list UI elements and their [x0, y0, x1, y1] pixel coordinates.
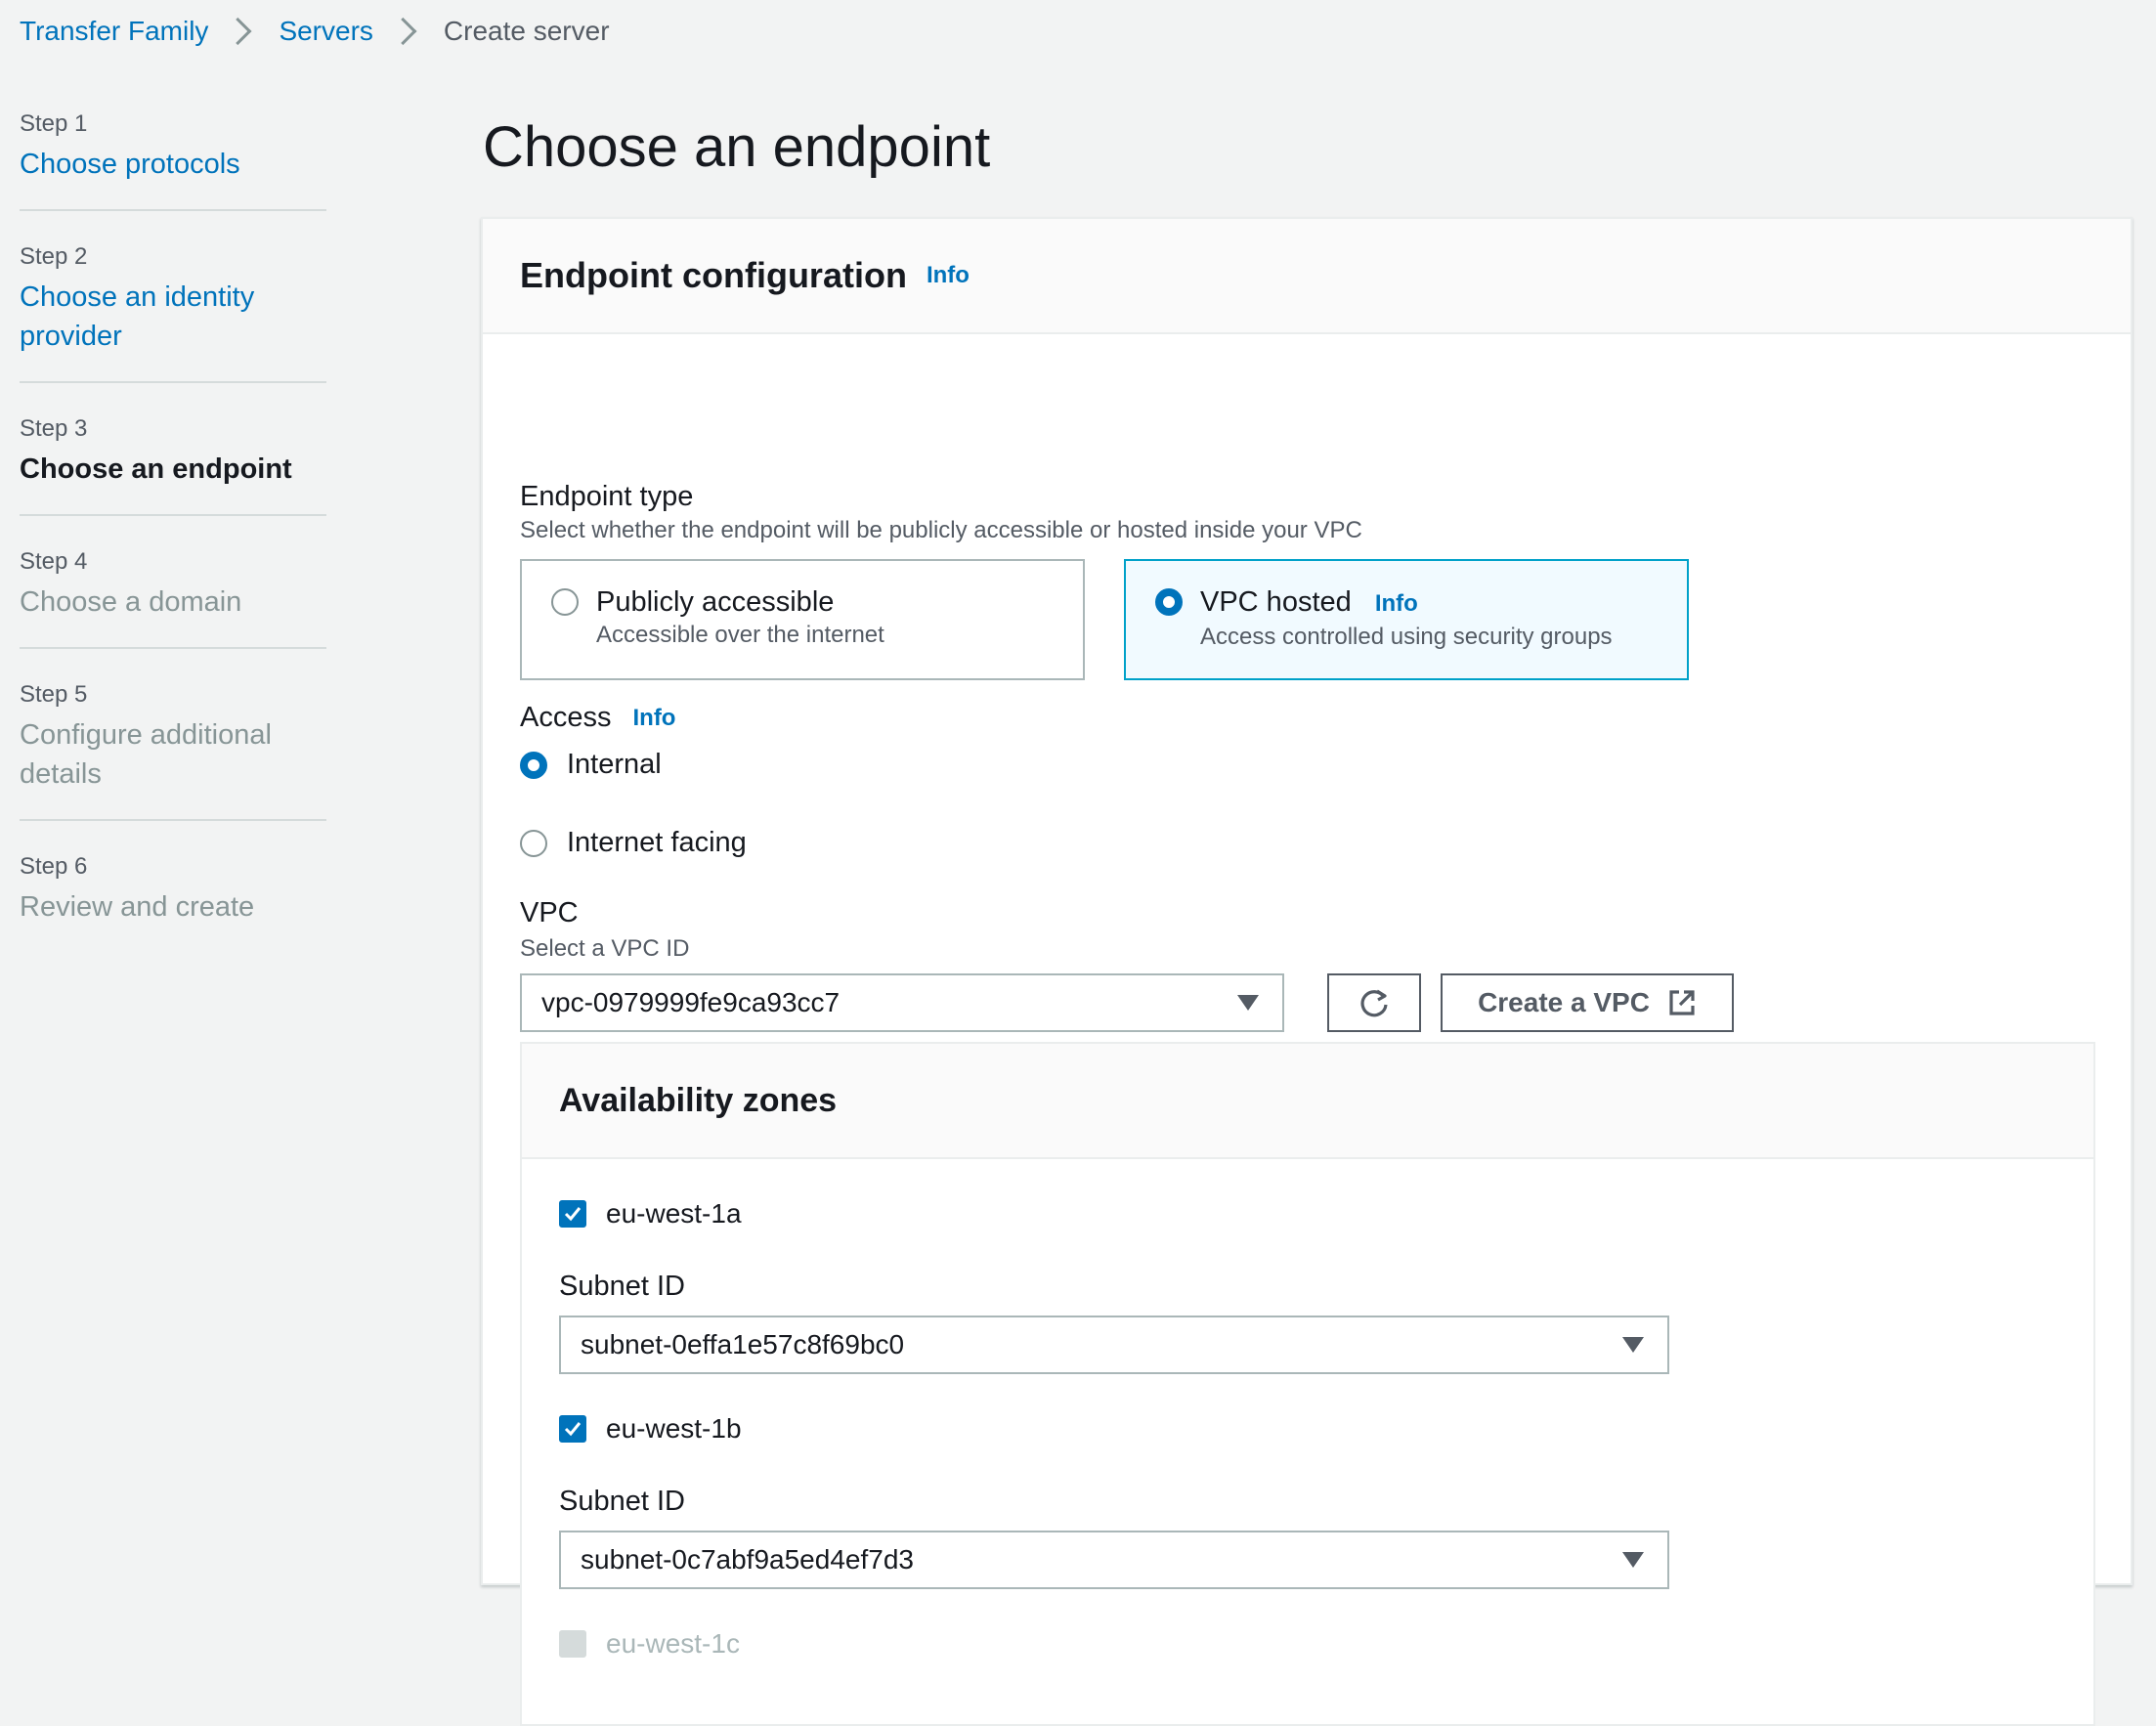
chevron-right-icon — [389, 17, 417, 46]
az-checkbox-eu-west-1a[interactable]: eu-west-1a — [559, 1198, 742, 1230]
step-configure-additional-details: Configure additional details — [20, 719, 272, 790]
refresh-vpc-button[interactable] — [1327, 973, 1421, 1032]
az-name: eu-west-1c — [606, 1628, 740, 1659]
tile-title: Publicly accessible — [596, 586, 835, 618]
step-number: Step 6 — [20, 853, 88, 880]
chevron-right-icon — [224, 17, 252, 46]
step-4: Step 4 Choose a domain — [20, 547, 326, 649]
wizard-steps: Step 1 Choose protocols Step 2 Choose an… — [20, 109, 326, 983]
checkmark-icon — [564, 1207, 582, 1222]
az-name: eu-west-1b — [606, 1413, 742, 1444]
vpc-select[interactable]: vpc-0979999fe9ca93cc7 — [520, 973, 1284, 1032]
subnet-id-label: Subnet ID — [559, 1271, 685, 1302]
step-2: Step 2 Choose an identity provider — [20, 242, 326, 383]
endpoint-configuration-container: Endpoint configuration Info Endpoint typ… — [481, 217, 2133, 1726]
endpoint-type-field: Endpoint type Select whether the endpoin… — [520, 481, 1362, 544]
access-field: Access Info — [520, 702, 675, 734]
access-option-internal[interactable]: Internal — [520, 749, 662, 781]
vpc-description: Select a VPC ID — [520, 935, 690, 962]
subnet-id-label: Subnet ID — [559, 1486, 685, 1517]
tile-title-text: VPC hosted — [1200, 586, 1352, 618]
az-checkbox-eu-west-1c[interactable]: eu-west-1c — [559, 1628, 740, 1660]
checkbox-eu-west-1a[interactable] — [559, 1200, 586, 1228]
availability-zones-heading: Availability zones — [559, 1081, 838, 1119]
create-vpc-label: Create a VPC — [1478, 987, 1650, 1017]
caret-down-icon — [1622, 1552, 1644, 1568]
endpoint-type-description: Select whether the endpoint will be publ… — [520, 517, 1362, 543]
radio-publicly-accessible[interactable] — [551, 588, 579, 616]
subnet-select-value: subnet-0effa1e57c8f69bc0 — [581, 1329, 905, 1359]
caret-down-icon — [1237, 995, 1259, 1011]
step-review-and-create: Review and create — [20, 891, 255, 923]
step-number: Step 4 — [20, 548, 88, 575]
step-5: Step 5 Configure additional details — [20, 680, 326, 821]
tile-description: Accessible over the internet — [596, 622, 884, 648]
tile-vpc-hosted[interactable]: VPC hosted Info Access controlled using … — [1124, 559, 1689, 680]
endpoint-configuration-heading: Endpoint configuration — [520, 255, 907, 295]
subnet-select-eu-west-1b[interactable]: subnet-0c7abf9a5ed4ef7d3 — [559, 1531, 1669, 1589]
checkbox-eu-west-1c[interactable] — [559, 1630, 586, 1658]
step-choose-domain: Choose a domain — [20, 586, 242, 618]
access-info-link[interactable]: Info — [632, 705, 675, 732]
tile-description: Access controlled using security groups — [1200, 624, 1613, 650]
step-3: Step 3 Choose an endpoint — [20, 414, 326, 516]
availability-zones-container: Availability zones eu-west-1a Subnet ID … — [520, 1042, 2095, 1726]
subnet-select-eu-west-1a[interactable]: subnet-0effa1e57c8f69bc0 — [559, 1316, 1669, 1374]
checkbox-eu-west-1b[interactable] — [559, 1415, 586, 1443]
vpc-label: VPC — [520, 897, 579, 928]
breadcrumb-transfer-family[interactable]: Transfer Family — [20, 16, 208, 47]
step-number: Step 1 — [20, 110, 88, 137]
step-number: Step 2 — [20, 243, 88, 270]
step-1: Step 1 Choose protocols — [20, 109, 326, 211]
az-name: eu-west-1a — [606, 1198, 742, 1229]
caret-down-icon — [1622, 1337, 1644, 1353]
create-vpc-button[interactable]: Create a VPC — [1441, 973, 1734, 1032]
vpc-field: VPC Select a VPC ID — [520, 897, 689, 963]
radio-vpc-hosted[interactable] — [1155, 588, 1183, 616]
external-link-icon — [1669, 990, 1695, 1015]
endpoint-type-tiles: Publicly accessible Accessible over the … — [520, 559, 1728, 680]
access-option-label: Internet facing — [567, 827, 747, 858]
step-link-choose-identity-provider[interactable]: Choose an identity provider — [20, 278, 293, 356]
access-option-label: Internal — [567, 749, 662, 780]
tile-publicly-accessible[interactable]: Publicly accessible Accessible over the … — [520, 559, 1085, 680]
endpoint-type-label: Endpoint type — [520, 481, 694, 512]
container-header: Endpoint configuration Info — [483, 219, 2131, 334]
availability-zones-header: Availability zones — [522, 1044, 2093, 1159]
access-option-internet-facing[interactable]: Internet facing — [520, 827, 747, 859]
breadcrumb: Transfer Family Servers Create server — [20, 10, 610, 53]
tile-title: VPC hosted Info — [1200, 584, 1687, 622]
breadcrumb-servers[interactable]: Servers — [279, 16, 372, 47]
radio-internal[interactable] — [520, 751, 547, 779]
page-title: Choose an endpoint — [483, 115, 991, 179]
vpc-hosted-info-link[interactable]: Info — [1375, 590, 1418, 617]
step-current-choose-endpoint: Choose an endpoint — [20, 453, 292, 485]
step-link-choose-protocols[interactable]: Choose protocols — [20, 145, 326, 184]
refresh-icon — [1360, 989, 1388, 1017]
access-label: Access — [520, 702, 612, 733]
endpoint-configuration-info-link[interactable]: Info — [927, 262, 970, 289]
subnet-select-value: subnet-0c7abf9a5ed4ef7d3 — [581, 1544, 914, 1575]
vpc-select-value: vpc-0979999fe9ca93cc7 — [541, 987, 841, 1017]
breadcrumb-create-server: Create server — [443, 16, 610, 46]
checkmark-icon — [564, 1422, 582, 1437]
step-number: Step 3 — [20, 415, 88, 442]
step-number: Step 5 — [20, 681, 88, 708]
step-6: Step 6 Review and create — [20, 852, 326, 952]
az-checkbox-eu-west-1b[interactable]: eu-west-1b — [559, 1413, 742, 1445]
radio-internet-facing[interactable] — [520, 829, 547, 857]
